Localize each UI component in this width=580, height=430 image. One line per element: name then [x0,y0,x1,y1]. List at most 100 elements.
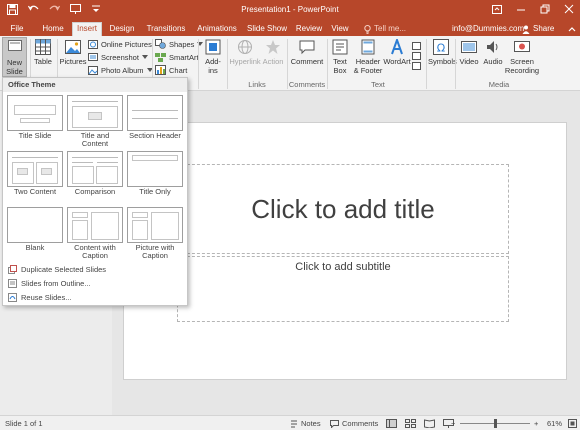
zoom-slider-thumb[interactable] [494,419,497,428]
text-box-button[interactable]: Text Box [330,39,350,75]
screenshot-button[interactable]: Screenshot [88,52,148,62]
notes-button[interactable]: Notes [290,419,321,428]
header-footer-icon [360,39,376,55]
slide-counter: Slide 1 of 1 [5,419,43,428]
wordart-icon [389,37,405,55]
tab-insert[interactable]: Insert [72,22,102,36]
collapse-ribbon-icon[interactable] [567,24,577,34]
reuse-slides-item[interactable]: Reuse Slides... [8,291,71,303]
slide-number-icon[interactable] [412,52,421,60]
normal-view-icon[interactable] [386,419,397,428]
slides-from-outline-item[interactable]: Slides from Outline... [8,277,91,289]
date-time-icon[interactable] [412,42,421,50]
layout-label: Two Content [13,187,57,196]
comments-button[interactable]: Comments [330,419,378,428]
tab-view[interactable]: View [328,22,352,36]
header-footer-label: Header & Footer [353,57,383,75]
audio-label: Audio [483,57,503,66]
layout-section-header[interactable]: Section Header [127,95,183,140]
chart-icon [155,65,166,75]
outline-icon [8,278,17,288]
tell-me-text: Tell me... [374,24,407,33]
layout-comparison[interactable]: Comparison [67,151,123,196]
layout-picture-with-caption[interactable]: Picture with Caption [127,207,183,260]
layout-content-with-caption[interactable]: Content with Caption [67,207,123,260]
comment-button[interactable]: Comment [289,39,325,66]
new-slide-button[interactable]: New Slide [2,37,27,77]
addins-button[interactable]: Add-ins [201,39,225,75]
layout-thumbnail [7,151,63,187]
tab-slide-show[interactable]: Slide Show [244,22,290,36]
zoom-in-button[interactable]: + [534,419,538,428]
pictures-label: Pictures [59,57,87,66]
screen-recording-button[interactable]: Screen Recording [504,39,540,75]
symbols-label: Symbols [428,57,457,66]
screen-recording-label: Screen Recording [504,57,540,75]
duplicate-selected-slides-item[interactable]: Duplicate Selected Slides [8,263,106,275]
layout-title-only[interactable]: Title Only [127,151,183,196]
close-icon[interactable] [564,4,574,14]
zoom-out-button[interactable]: − [451,419,455,428]
chart-button[interactable]: Chart [155,65,187,75]
object-icon[interactable] [412,62,421,70]
account-name[interactable]: info@Dummies.com [452,22,524,36]
fit-to-window-icon[interactable] [568,419,577,428]
slides-from-outline-label: Slides from Outline... [21,278,91,288]
slide-sorter-icon[interactable] [405,419,416,428]
layout-thumbnail [67,207,123,243]
tab-design[interactable]: Design [106,22,138,36]
svg-text:Ω: Ω [437,42,445,55]
share-button[interactable]: Share [522,22,554,36]
text-box-label: Text Box [333,57,347,75]
smartart-button[interactable]: SmartArt [155,52,199,62]
wordart-button[interactable]: WordArt [383,37,411,66]
shapes-button[interactable]: Shapes [155,39,204,49]
photo-album-button[interactable]: Photo Album [88,65,153,75]
hyperlink-button[interactable]: Hyperlink [229,39,261,66]
reading-view-icon[interactable] [424,419,435,428]
notes-label: Notes [301,419,321,428]
ribbon-display-options-icon[interactable] [492,4,502,14]
hyperlink-icon [237,39,253,55]
layout-blank[interactable]: Blank [7,207,63,252]
subtitle-placeholder[interactable]: Click to add subtitle [177,256,509,322]
restore-icon[interactable] [540,4,550,14]
symbols-button[interactable]: Ω Symbols [428,39,457,66]
layout-thumbnail [67,151,123,187]
tab-file[interactable]: File [6,22,28,36]
online-pictures-button[interactable]: Online Pictures [88,39,152,49]
layout-title-and-content[interactable]: Title and Content [67,95,123,148]
comments-icon [330,419,339,428]
layout-two-content[interactable]: Two Content [7,151,63,196]
layout-thumbnail [127,207,183,243]
tab-review[interactable]: Review [294,22,324,36]
store-icon [205,39,221,55]
online-pictures-icon [88,39,98,49]
text-more-buttons [412,42,421,70]
action-button[interactable]: Action [262,39,284,66]
title-placeholder[interactable]: Click to add title [177,164,509,254]
online-pictures-label: Online Pictures [101,39,152,49]
layout-title-slide[interactable]: Title Slide [7,95,63,140]
tab-home[interactable]: Home [38,22,68,36]
pictures-button[interactable]: Pictures [59,39,87,66]
lightbulb-icon [364,24,371,34]
layout-thumbnail [127,151,183,187]
action-label: Action [262,57,284,66]
screen-recording-icon [514,39,530,55]
header-footer-button[interactable]: Header & Footer [353,39,383,75]
zoom-level[interactable]: 61% [547,419,562,428]
audio-button[interactable]: Audio [482,39,504,66]
table-icon [35,39,51,55]
layout-label: Picture with Caption [135,243,175,260]
minimize-icon[interactable] [516,4,526,14]
tab-transitions[interactable]: Transitions [142,22,190,36]
table-button[interactable]: Table [32,39,54,66]
reuse-slides-label: Reuse Slides... [21,292,72,302]
tell-me-box[interactable]: Tell me... [364,22,406,36]
tab-animations[interactable]: Animations [194,22,240,36]
layout-label: Content with Caption [74,243,116,260]
video-button[interactable]: Video [458,39,480,66]
layout-thumbnail [67,95,123,131]
picture-icon [65,39,81,55]
